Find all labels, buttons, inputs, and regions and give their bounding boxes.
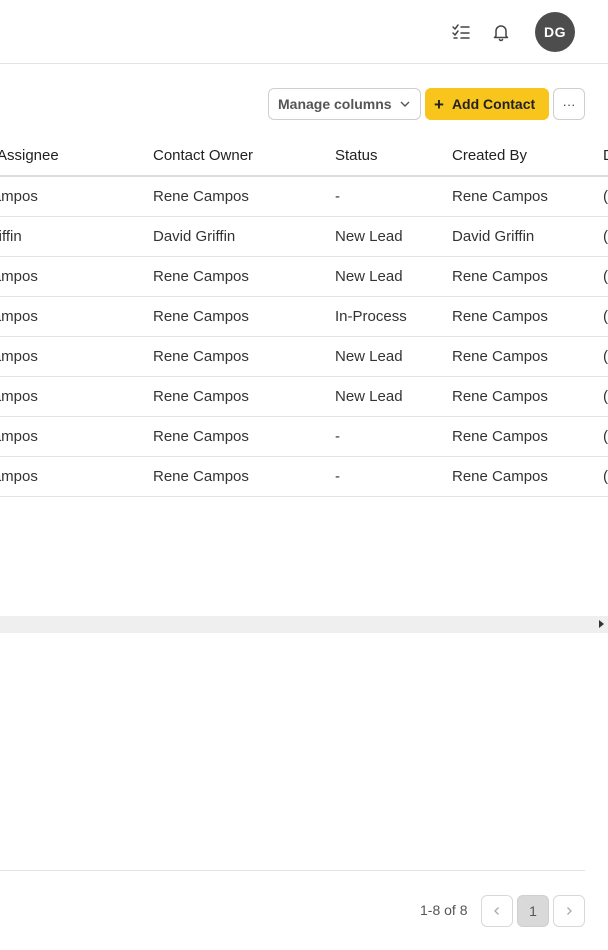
manage-columns-button[interactable]: Manage columns bbox=[268, 88, 421, 120]
page-button-current[interactable]: 1 bbox=[517, 895, 549, 927]
next-page-button[interactable] bbox=[553, 895, 585, 927]
cell-contact-owner: Rene Campos bbox=[153, 388, 249, 405]
cell-contact-assignee: Campos bbox=[0, 388, 38, 405]
column-header-created-by[interactable]: Created By bbox=[452, 136, 527, 175]
scroll-right-arrow-icon[interactable] bbox=[599, 620, 604, 628]
cell-next: ( bbox=[603, 268, 608, 285]
chevron-down-icon bbox=[400, 101, 410, 107]
manage-columns-label: Manage columns bbox=[278, 96, 392, 112]
cell-created-by: Rene Campos bbox=[452, 468, 548, 485]
table-header: ct Assignee Contact Owner Status Created… bbox=[0, 136, 608, 177]
table-row[interactable]: Campos Rene Campos New Lead Rene Campos ( bbox=[0, 257, 608, 297]
column-header-next[interactable]: D bbox=[603, 136, 608, 175]
cell-status: - bbox=[335, 188, 340, 205]
task-list-icon[interactable] bbox=[449, 20, 473, 44]
cell-contact-owner: Rene Campos bbox=[153, 188, 249, 205]
column-header-status[interactable]: Status bbox=[335, 136, 378, 175]
cell-contact-assignee: Griffin bbox=[0, 228, 22, 245]
cell-created-by: Rene Campos bbox=[452, 348, 548, 365]
cell-next: ( bbox=[603, 468, 608, 485]
table-body: Campos Rene Campos - Rene Campos ( Griffin Dav… bbox=[0, 177, 608, 497]
cell-next: ( bbox=[603, 428, 608, 445]
cell-contact-owner: Rene Campos bbox=[153, 428, 249, 445]
cell-created-by: Rene Campos bbox=[452, 188, 548, 205]
top-bar: DG bbox=[0, 0, 608, 64]
table-toolbar: Manage columns + Add Contact ··· bbox=[0, 88, 608, 120]
cell-contact-owner: Rene Campos bbox=[153, 468, 249, 485]
cell-contact-assignee: Campos bbox=[0, 348, 38, 365]
cell-status: New Lead bbox=[335, 228, 403, 245]
table-row[interactable]: Campos Rene Campos - Rene Campos ( bbox=[0, 177, 608, 217]
table-row[interactable]: Campos Rene Campos - Rene Campos ( bbox=[0, 457, 608, 497]
pagination-range: 1-8 of 8 bbox=[420, 902, 468, 918]
table-row[interactable]: Campos Rene Campos New Lead Rene Campos ( bbox=[0, 337, 608, 377]
footer-divider bbox=[0, 870, 585, 871]
cell-status: New Lead bbox=[335, 348, 403, 365]
chevron-left-icon bbox=[494, 907, 499, 915]
user-avatar[interactable]: DG bbox=[535, 12, 575, 52]
cell-status: New Lead bbox=[335, 268, 403, 285]
cell-contact-owner: Rene Campos bbox=[153, 268, 249, 285]
table-row[interactable]: Campos Rene Campos In-Process Rene Campos ( bbox=[0, 297, 608, 337]
cell-contact-assignee: Campos bbox=[0, 468, 38, 485]
cell-created-by: Rene Campos bbox=[452, 428, 548, 445]
plus-icon: + bbox=[434, 94, 444, 114]
bell-icon[interactable] bbox=[489, 20, 513, 44]
cell-created-by: Rene Campos bbox=[452, 308, 548, 325]
cell-contact-assignee: Campos bbox=[0, 268, 38, 285]
chevron-right-icon bbox=[567, 907, 572, 915]
cell-next: ( bbox=[603, 348, 608, 365]
more-options-button[interactable]: ··· bbox=[553, 88, 585, 120]
cell-created-by: Rene Campos bbox=[452, 268, 548, 285]
cell-contact-owner: Rene Campos bbox=[153, 348, 249, 365]
cell-created-by: Rene Campos bbox=[452, 388, 548, 405]
cell-created-by: David Griffin bbox=[452, 228, 535, 245]
cell-next: ( bbox=[603, 308, 608, 325]
cell-contact-owner: David Griffin bbox=[153, 228, 236, 245]
column-header-contact-assignee[interactable]: ct Assignee bbox=[0, 136, 59, 175]
table-row[interactable]: Campos Rene Campos New Lead Rene Campos ( bbox=[0, 377, 608, 417]
table-row[interactable]: Griffin David Griffin New Lead David Griffi… bbox=[0, 217, 608, 257]
cell-status: - bbox=[335, 468, 340, 485]
cell-status: In-Process bbox=[335, 308, 407, 325]
previous-page-button[interactable] bbox=[481, 895, 513, 927]
contacts-table: ct Assignee Contact Owner Status Created… bbox=[0, 136, 608, 497]
ellipsis-icon: ··· bbox=[562, 96, 576, 112]
table-row[interactable]: Campos Rene Campos - Rene Campos ( bbox=[0, 417, 608, 457]
cell-contact-assignee: Campos bbox=[0, 188, 38, 205]
cell-status: - bbox=[335, 428, 340, 445]
column-header-contact-owner[interactable]: Contact Owner bbox=[153, 136, 253, 175]
cell-contact-owner: Rene Campos bbox=[153, 308, 249, 325]
cell-contact-assignee: Campos bbox=[0, 428, 38, 445]
cell-next: ( bbox=[603, 388, 608, 405]
add-contact-button[interactable]: + Add Contact bbox=[425, 88, 549, 120]
cell-next: ( bbox=[603, 188, 608, 205]
add-contact-label: Add Contact bbox=[451, 96, 536, 112]
cell-status: New Lead bbox=[335, 388, 403, 405]
horizontal-scrollbar[interactable] bbox=[0, 616, 608, 633]
cell-contact-assignee: Campos bbox=[0, 308, 38, 325]
cell-next: ( bbox=[603, 228, 608, 245]
